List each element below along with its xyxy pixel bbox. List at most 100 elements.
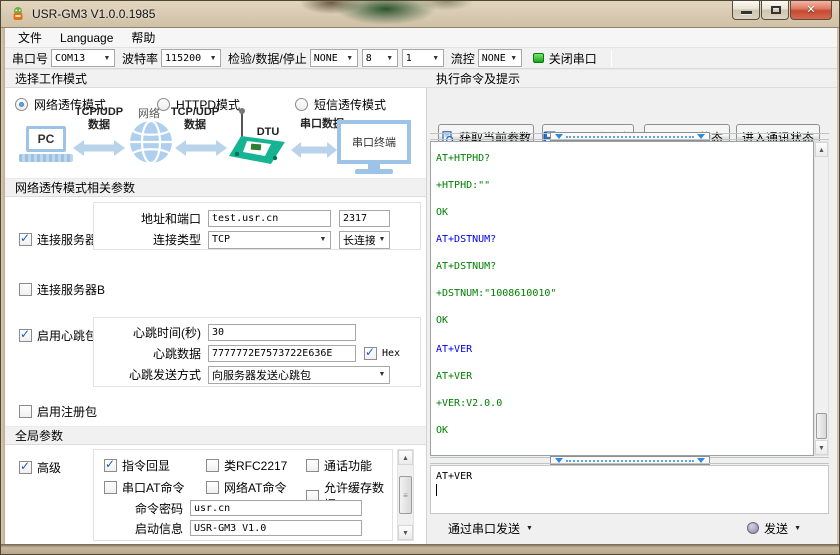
send-bar: 通过串口发送 ▼ 发送 ▼: [430, 514, 829, 542]
splitter-top[interactable]: [430, 132, 829, 141]
checkbox-call-function[interactable]: 通话功能: [306, 457, 372, 474]
conn-mode-select[interactable]: 长连接▼: [339, 231, 390, 249]
splitter-handle[interactable]: [550, 132, 710, 141]
collapse-icon: [555, 134, 563, 139]
log-line: AT+DSTNUM?: [436, 260, 813, 273]
flow-select[interactable]: NONE▼: [478, 49, 522, 67]
splitter-bottom[interactable]: [430, 456, 829, 465]
checkbox-mark: [206, 459, 219, 472]
scroll-down-icon[interactable]: ▼: [815, 440, 828, 455]
databits-select[interactable]: 8▼: [362, 49, 398, 67]
net-params-body: 连接服务器A 地址和端口 test.usr.cn 2317 连接类型 TCP▼ …: [5, 197, 426, 426]
global-params-header: 全局参数: [5, 426, 426, 445]
chevron-down-icon[interactable]: ▼: [526, 525, 533, 532]
cmd-password-input[interactable]: usr.cn: [190, 500, 362, 516]
menu-help[interactable]: 帮助: [122, 28, 164, 48]
port-select[interactable]: COM13▼: [51, 49, 115, 67]
log-line: OK: [436, 314, 813, 327]
boot-message-input[interactable]: USR-GM3 V1.0: [190, 520, 362, 536]
close-port-button[interactable]: 关闭串口: [549, 50, 597, 67]
global-scrollbar[interactable]: ▲ ≡ ▼: [397, 449, 414, 541]
server-addr-input[interactable]: test.usr.cn: [208, 210, 331, 227]
hb-data-input[interactable]: 7777772E7573722E636E: [208, 345, 356, 362]
close-button[interactable]: ✕: [790, 1, 832, 20]
maximize-button[interactable]: [761, 1, 789, 20]
panel-divider: [426, 69, 427, 544]
log-line: +DSTNUM:"1008610010": [436, 287, 813, 300]
net-params-header: 网络透传模式相关参数: [5, 178, 426, 197]
checkbox-serial-at[interactable]: 串口AT命令: [104, 479, 184, 496]
menu-file[interactable]: 文件: [9, 28, 51, 48]
cmd-password-label: 命令密码: [94, 500, 190, 517]
log-line: +VER:V2.0.0: [436, 397, 813, 410]
heartbeat-panel: 心跳时间(秒) 30 心跳数据 7777772E7573722E636E Hex…: [93, 317, 421, 387]
log-line: AT+DSTNUM?: [436, 233, 813, 246]
collapse-icon: [697, 134, 705, 139]
checkbox-hex[interactable]: Hex: [364, 347, 400, 360]
arrow-icon: [73, 140, 125, 156]
stopbits-select[interactable]: 1▼: [402, 49, 444, 67]
exec-header: 执行命令及提示: [426, 69, 837, 88]
hb-mode-label: 心跳发送方式: [94, 366, 208, 383]
advanced-panel: 指令回显 类RFC2217 通话功能 串口AT命令 网络AT命令: [93, 449, 393, 541]
tcp-data-label-1: TCP/UDP数据: [67, 106, 131, 132]
chevron-down-icon: ▼: [375, 236, 389, 243]
checkbox-mark: [19, 405, 32, 418]
baud-label: 波特率: [122, 50, 158, 67]
arrow-icon: [175, 140, 227, 156]
send-via-select[interactable]: 通过串口发送: [448, 520, 520, 537]
checkbox-net-at[interactable]: 网络AT命令: [206, 479, 286, 496]
checkbox-mark: [104, 459, 117, 472]
pc-icon: PC: [26, 126, 66, 152]
checkbox-heartbeat[interactable]: 启用心跳包: [19, 327, 97, 344]
boot-message-label: 启动信息: [94, 520, 190, 537]
checkbox-mark: [206, 481, 219, 494]
checkbox-mark: [104, 481, 117, 494]
command-log[interactable]: AT+HTPHD? +HTPHD:"" OK AT+DSTNUM? AT+DST…: [430, 141, 814, 456]
send-button[interactable]: 发送: [764, 520, 788, 537]
command-input[interactable]: AT+VER: [430, 465, 829, 514]
app-icon: [10, 6, 26, 22]
checkbox-server-b[interactable]: 连接服务器B: [19, 281, 105, 298]
scroll-up-icon[interactable]: ▲: [815, 142, 828, 157]
parity-select[interactable]: NONE▼: [310, 49, 358, 67]
hb-time-input[interactable]: 30: [208, 324, 356, 341]
checkbox-advanced[interactable]: 高级: [19, 459, 61, 476]
checkbox-mark: [19, 233, 32, 246]
checkbox-rfc2217[interactable]: 类RFC2217: [206, 457, 287, 474]
chevron-down-icon: ▼: [429, 55, 443, 62]
title-bar[interactable]: USR-GM3 V1.0.0.1985 ✕: [1, 1, 840, 28]
global-params-body: 高级 指令回显 类RFC2217 通话功能 串口AT命令: [5, 445, 426, 544]
text-cursor: [436, 484, 437, 496]
baud-select[interactable]: 115200▼: [161, 49, 221, 67]
chevron-down-icon: ▼: [507, 55, 521, 62]
radio-sms-transparent[interactable]: 短信透传模式: [295, 96, 386, 113]
scroll-down-icon[interactable]: ▼: [398, 525, 413, 540]
window-border-bottom: [1, 544, 840, 555]
conn-type-label: 连接类型: [94, 231, 208, 248]
checkbox-mark: [19, 329, 32, 342]
server-port-input[interactable]: 2317: [339, 210, 390, 227]
checkbox-cmd-echo[interactable]: 指令回显: [104, 457, 170, 474]
scrollbar-thumb[interactable]: ≡: [399, 476, 412, 514]
client-area: 文件 Language 帮助 串口号 COM13▼ 波特率 115200▼ 检验…: [5, 28, 837, 544]
minimize-button[interactable]: [732, 1, 760, 20]
hb-mode-select[interactable]: 向服务器发送心跳包▼: [208, 366, 390, 384]
checkbox-register[interactable]: 启用注册包: [19, 403, 97, 420]
menu-bar: 文件 Language 帮助: [5, 28, 837, 48]
log-scrollbar[interactable]: ▲ ▼: [814, 141, 829, 456]
scrollbar-thumb[interactable]: [816, 413, 827, 439]
send-status-icon: [747, 522, 759, 534]
conn-type-select[interactable]: TCP▼: [208, 231, 331, 249]
scroll-up-icon[interactable]: ▲: [398, 450, 413, 465]
log-line: OK: [436, 424, 813, 437]
splitter-dots: [566, 136, 694, 138]
menu-language[interactable]: Language: [51, 28, 122, 48]
addr-port-label: 地址和端口: [94, 210, 208, 227]
maximize-icon: [771, 6, 781, 14]
serial-terminal-icon: 串口终端: [337, 120, 411, 164]
splitter-handle[interactable]: [550, 456, 710, 465]
hb-time-label: 心跳时间(秒): [94, 324, 208, 341]
chevron-down-icon[interactable]: ▼: [794, 525, 801, 532]
chevron-down-icon: ▼: [375, 371, 389, 378]
